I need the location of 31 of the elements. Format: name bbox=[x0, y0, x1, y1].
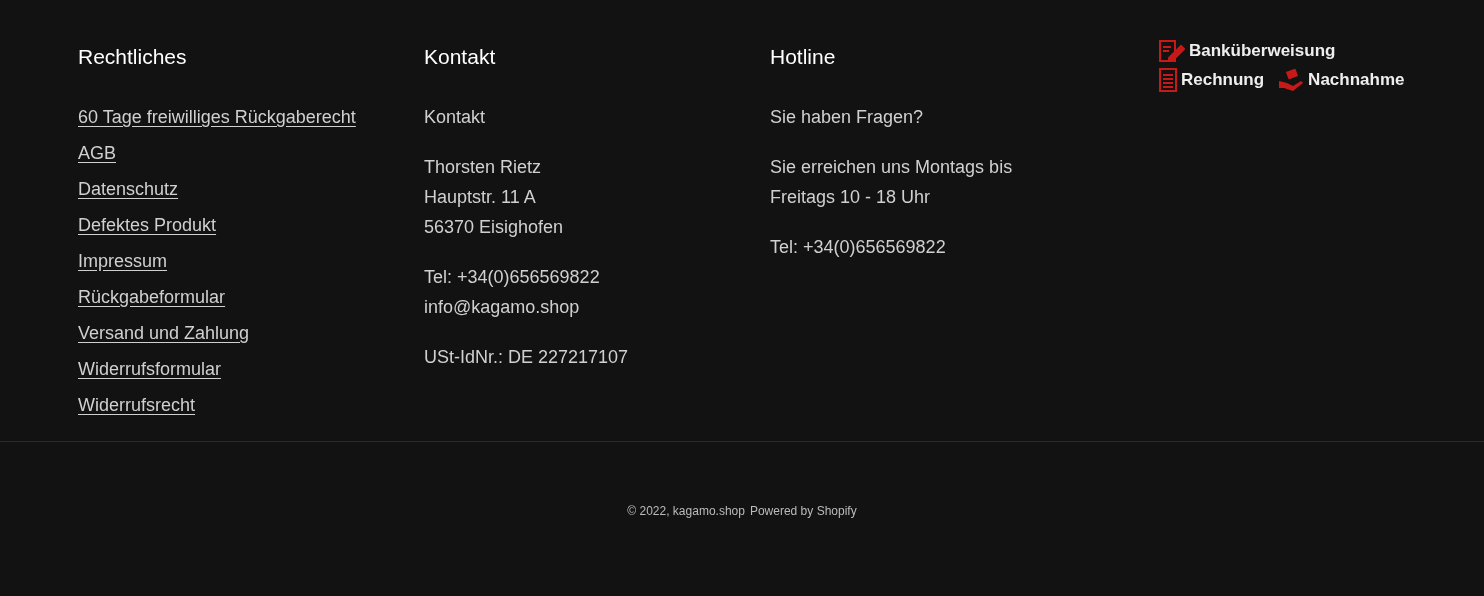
contact-text: Kontakt bbox=[424, 106, 487, 129]
footer-link[interactable]: Impressum bbox=[78, 249, 167, 273]
payment-method-label: Rechnung bbox=[1181, 70, 1265, 90]
footer-link[interactable]: Widerrufsrecht bbox=[78, 393, 196, 417]
document-pen-icon bbox=[1159, 40, 1185, 62]
footer-link[interactable]: Defektes Produkt bbox=[78, 213, 217, 237]
column-heading: Hotline bbox=[770, 44, 837, 70]
contact-text: USt-IdNr.: DE 227217107 bbox=[424, 346, 630, 369]
payment-method-label: Nachnahme bbox=[1308, 70, 1405, 90]
contact-text: Hauptstr. 11 A bbox=[424, 186, 537, 209]
payment-method-label: Banküberweisung bbox=[1189, 41, 1336, 61]
contact-text: 56370 Eisighofen bbox=[424, 216, 565, 239]
contact-text: Sie erreichen uns Montags bis bbox=[770, 156, 1014, 179]
column-heading: Rechtliches bbox=[78, 44, 188, 70]
contact-text: Thorsten Rietz bbox=[424, 156, 543, 179]
contact-text: Sie haben Fragen? bbox=[770, 106, 925, 129]
footer-link[interactable]: AGB bbox=[78, 141, 116, 165]
hand-money-icon bbox=[1278, 69, 1305, 91]
column-heading: Kontakt bbox=[424, 44, 497, 70]
document-icon bbox=[1159, 68, 1177, 92]
copyright-text: © 2022, kagamo.shop bbox=[627, 504, 745, 518]
powered-by-text: Powered by Shopify bbox=[749, 504, 857, 518]
footer-link[interactable]: Widerrufsformular bbox=[78, 357, 222, 381]
contact-text: info@kagamo.shop bbox=[424, 296, 581, 319]
footer-link[interactable]: Datenschutz bbox=[78, 177, 179, 201]
contact-text: Tel: +34(0)656569822 bbox=[770, 236, 947, 259]
contact-text: Tel: +34(0)656569822 bbox=[424, 266, 601, 289]
footer-link[interactable]: Rückgabeformular bbox=[78, 285, 226, 309]
footer-link[interactable]: Versand und Zahlung bbox=[78, 321, 250, 345]
contact-text: Freitags 10 - 18 Uhr bbox=[770, 186, 932, 209]
footer-link[interactable]: 60 Tage freiwilliges Rückgaberecht bbox=[78, 105, 356, 129]
